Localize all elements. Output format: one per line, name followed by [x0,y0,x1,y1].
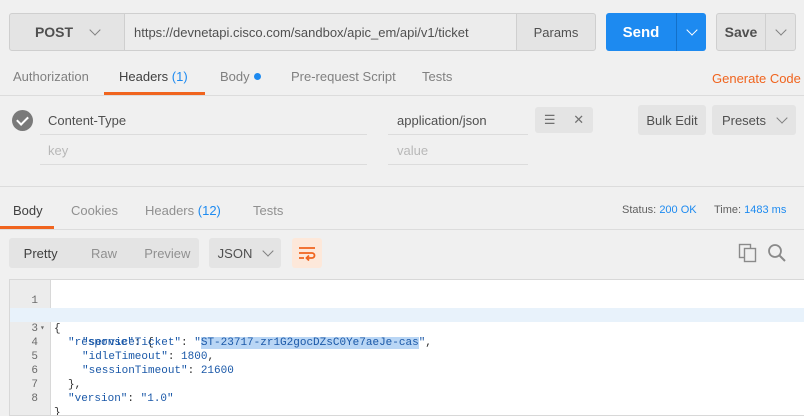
tab-body-label: Body [220,69,250,84]
code-line: 6 }, [10,350,804,391]
line-number: 8 [31,393,38,405]
response-status: Status: 200 OK [622,204,697,216]
format-label: JSON [217,245,253,261]
time-label: Time: [714,204,742,216]
bulk-edit-button[interactable]: Bulk Edit [638,105,706,135]
tab-headers-label: Headers [119,69,169,84]
divider [0,95,804,96]
code-line: 8 } [10,378,804,415]
view-raw-button[interactable]: Raw [72,238,135,268]
response-tab-tests[interactable]: Tests [253,203,283,218]
chevron-down-icon [685,24,698,36]
header-key[interactable]: Content-Type [48,113,126,128]
header-row-actions: ☰ ✕ [535,107,593,133]
method-label: POST [34,24,74,40]
code-line: 2 ▾ "response": { [10,294,804,349]
copy-icon[interactable] [738,243,758,266]
menu-icon[interactable]: ☰ [544,112,556,128]
presets-button[interactable]: Presets [712,105,796,135]
send-button[interactable]: Send [606,13,676,51]
divider [40,164,367,165]
format-select[interactable]: JSON [209,238,281,268]
tab-headers-count: (1) [171,69,188,84]
tab-body[interactable]: Body [220,69,261,84]
response-tab-body[interactable]: Body [13,203,43,218]
view-mode-selector: Pretty Raw Preview [9,238,199,268]
tab-tests[interactable]: Tests [422,69,452,84]
search-icon[interactable] [767,243,787,266]
status-label: Status: [622,204,657,216]
presets-label: Presets [721,112,767,128]
divider [388,134,528,135]
view-pretty-button[interactable]: Pretty [9,238,72,268]
divider [388,164,528,165]
response-tab-headers-label: Headers [145,203,195,218]
time-value: 1483 ms [744,204,787,216]
wrap-lines-button[interactable] [292,238,322,268]
code-line: 4 "idleTimeout": 1800, [10,322,804,363]
response-tab-headers-count: (12) [197,203,221,218]
chevron-down-icon [89,24,101,36]
code-line: 5 "sessionTimeout": 21600 [10,336,804,377]
divider [0,186,804,187]
json-key: "version" [68,393,128,405]
tab-authorization[interactable]: Authorization [13,69,89,84]
method-select[interactable]: POST [9,13,125,51]
url-input[interactable]: https://devnetapi.cisco.com/sandbox/apic… [125,13,516,51]
header-value-placeholder[interactable]: value [397,143,428,158]
tab-headers[interactable]: Headers (1) [119,69,188,84]
url-text: https://devnetapi.cisco.com/sandbox/apic… [134,24,469,40]
wrap-lines-icon [299,247,316,261]
status-value: 200 OK [659,204,697,216]
code-text: } [54,407,61,416]
save-options-button[interactable] [766,13,796,51]
code-line: 1 ▾ { [10,280,804,335]
response-tab-headers[interactable]: Headers (12) [145,203,221,218]
json-value: "1.0" [140,393,174,405]
chevron-down-icon [774,24,787,36]
divider [0,229,804,230]
header-value[interactable]: application/json [397,113,487,128]
code-line: 3 "serviceTicket": "ST-23717-zr1G2gocDZs… [10,308,804,349]
body-indicator-dot [253,73,261,81]
code-line: 7 "version": "1.0" [10,364,804,405]
check-circle-icon[interactable] [12,110,33,131]
response-body-editor[interactable]: 1 ▾ { 2 ▾ "response": { 3 "serviceTicket… [9,279,804,416]
params-button[interactable]: Params [516,13,596,51]
close-icon[interactable]: ✕ [573,112,584,128]
response-time: Time: 1483 ms [714,204,786,216]
tab-prerequest-script[interactable]: Pre-request Script [291,69,396,84]
header-key-placeholder[interactable]: key [48,143,68,158]
chevron-down-icon [776,112,788,124]
view-preview-button[interactable]: Preview [136,238,199,268]
send-options-button[interactable] [676,13,706,51]
generate-code-link[interactable]: Generate Code [712,71,801,86]
response-tab-cookies[interactable]: Cookies [71,203,118,218]
chevron-down-icon [262,245,274,257]
save-button[interactable]: Save [716,13,766,51]
code-text: : [127,393,141,405]
divider [40,134,367,135]
